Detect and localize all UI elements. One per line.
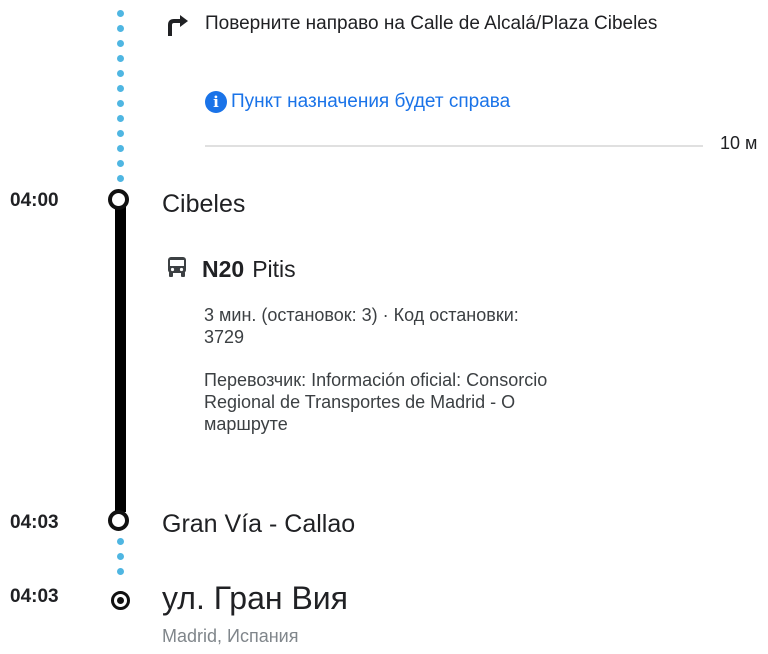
- ride-duration: 3 мин. (остановок: 3) · Код остановки: 3…: [204, 304, 714, 348]
- route-number: N20: [202, 256, 245, 282]
- walk-dot: [117, 40, 124, 47]
- walk-dot: [117, 25, 124, 32]
- destination-note[interactable]: i Пункт назначения будет справа: [205, 91, 510, 113]
- operator-line: Regional de Transportes de Madrid - О: [204, 392, 516, 412]
- walk-dot: [117, 55, 124, 62]
- destination-time: 04:03: [10, 586, 59, 607]
- stop-marker: [108, 510, 129, 531]
- destination-note-text[interactable]: Пункт назначения будет справа: [231, 91, 510, 113]
- step-distance: 10 м: [720, 133, 758, 153]
- walk-dot: [117, 160, 124, 167]
- turn-instruction: Поверните направо на Calle de Alcalá/Pla…: [205, 13, 658, 34]
- departure-time: 04:00: [10, 190, 59, 211]
- ride-duration-line: 3 мин. (остановок: 3) · Код остановки:: [204, 305, 519, 325]
- transit-line: [115, 200, 126, 512]
- walk-dot: [117, 568, 124, 575]
- walk-dot: [117, 175, 124, 182]
- stop-code: 3729: [204, 327, 245, 347]
- route-destination: Pitis: [252, 256, 296, 282]
- walk-dot: [117, 538, 124, 545]
- walk-dot: [117, 115, 124, 122]
- bus-icon: [166, 256, 188, 283]
- route-link[interactable]: маршруте: [204, 413, 714, 435]
- walk-dot: [117, 100, 124, 107]
- divider: [205, 145, 703, 147]
- stop-name-gran-via-callao[interactable]: Gran Vía - Callao: [162, 510, 355, 539]
- operator-info: Перевозчик: Información oficial: Consorc…: [204, 369, 714, 435]
- destination-address: Madrid, Испания: [162, 626, 299, 646]
- turn-right-arrow-icon: [164, 12, 190, 43]
- walk-dot: [117, 85, 124, 92]
- walk-dot: [117, 10, 124, 17]
- walk-dot: [117, 70, 124, 77]
- walk-dot: [117, 553, 124, 560]
- stop-name-cibeles[interactable]: Cibeles: [162, 190, 245, 219]
- destination-marker-icon: [111, 591, 130, 610]
- transit-route[interactable]: N20 Pitis: [166, 256, 296, 283]
- operator-line: Перевозчик: Información oficial: Consorc…: [204, 370, 548, 390]
- walk-dot: [117, 145, 124, 152]
- walk-dot: [117, 130, 124, 137]
- info-icon: i: [205, 91, 227, 113]
- stop-marker: [108, 189, 129, 210]
- arrival-time: 04:03: [10, 512, 59, 533]
- destination-name: ул. Гран Вия: [162, 580, 348, 616]
